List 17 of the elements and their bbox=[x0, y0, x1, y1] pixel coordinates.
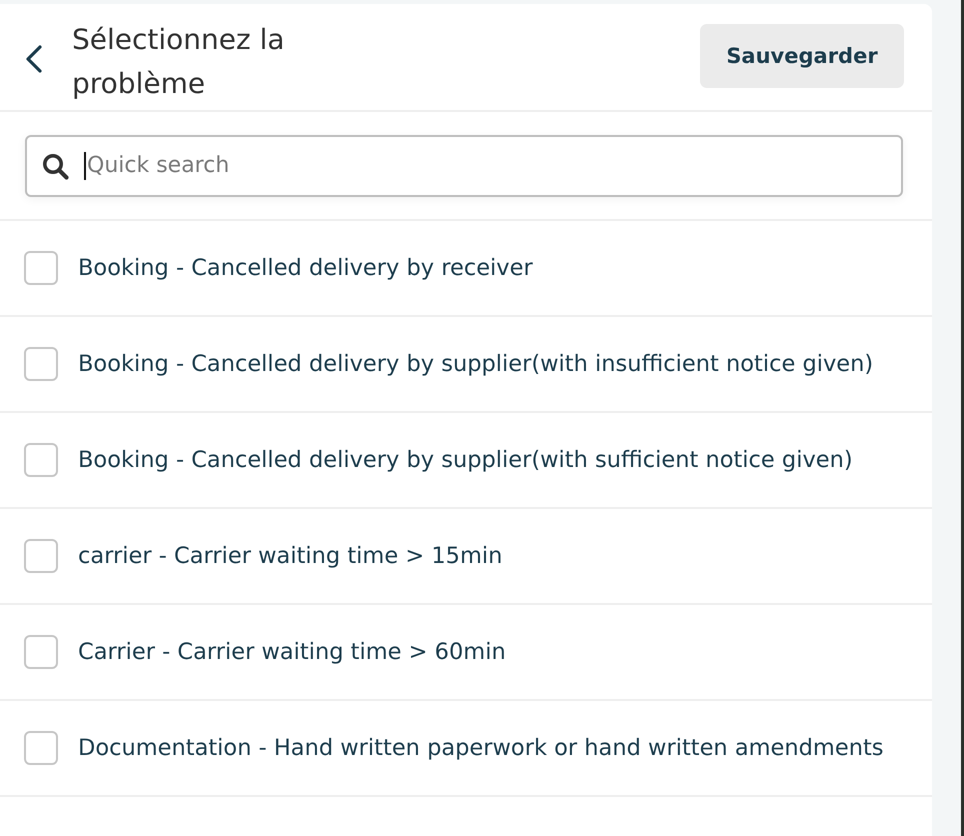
checkbox[interactable] bbox=[24, 347, 58, 381]
checkbox[interactable] bbox=[24, 443, 58, 477]
option-label[interactable]: Booking - Cancelled delivery by receiver bbox=[78, 255, 533, 281]
checkbox[interactable] bbox=[24, 731, 58, 765]
option-label[interactable]: Carrier - Carrier waiting time > 60min bbox=[78, 639, 506, 665]
save-button[interactable]: Sauvegarder bbox=[700, 24, 904, 88]
search-field[interactable]: Quick search bbox=[25, 134, 903, 196]
panel-title: Sélectionnez la problème bbox=[72, 22, 286, 102]
search-icon bbox=[42, 152, 69, 180]
option-label[interactable]: Booking - Cancelled delivery by supplier(with insufficient notice given) bbox=[78, 351, 874, 377]
back-chevron-icon[interactable] bbox=[25, 45, 43, 73]
checkbox[interactable] bbox=[24, 635, 58, 669]
option-label[interactable]: carrier - Carrier waiting time > 15min bbox=[78, 543, 502, 569]
checkbox[interactable] bbox=[24, 539, 58, 573]
option-label[interactable]: Booking - Cancelled delivery by supplier(with sufficient notice given) bbox=[78, 447, 853, 473]
option-label[interactable]: Documentation - Hand written paperwork or hand written amendments bbox=[78, 735, 884, 761]
checkbox[interactable] bbox=[24, 251, 58, 285]
